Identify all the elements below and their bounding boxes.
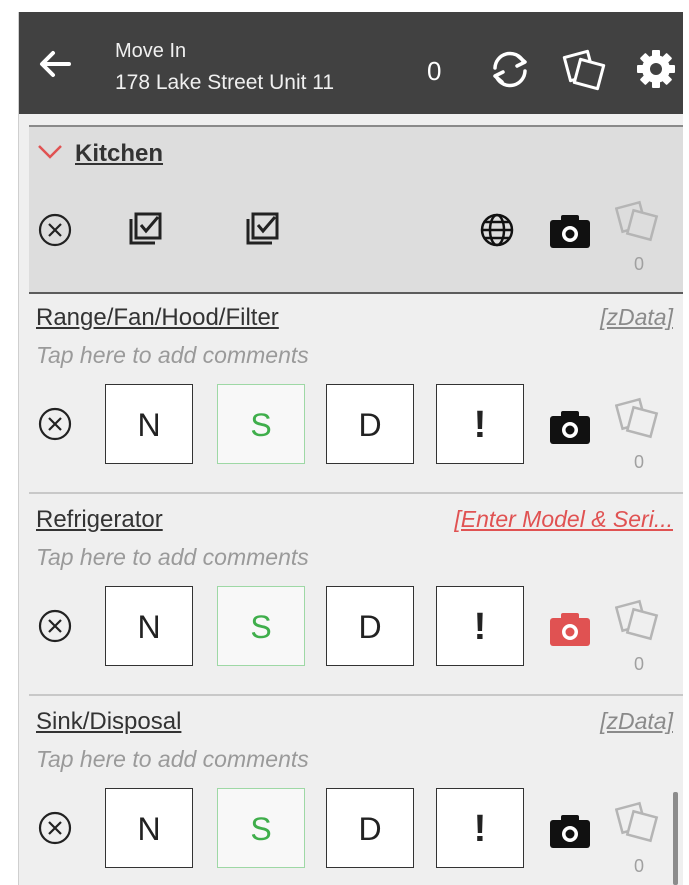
condition-new-button[interactable]: N xyxy=(105,586,193,666)
globe-icon[interactable] xyxy=(479,212,515,248)
back-arrow-icon[interactable] xyxy=(35,44,75,84)
property-address: 178 Lake Street Unit 11 xyxy=(115,71,335,94)
condition-alert-button[interactable]: ! xyxy=(436,788,524,868)
condition-damaged-button[interactable]: D xyxy=(326,384,414,464)
photo-count: 0 xyxy=(634,856,645,876)
item-name: Range/Fan/Hood/Filter xyxy=(36,304,279,331)
section-title[interactable]: Kitchen xyxy=(75,140,163,168)
app-frame: Move In 178 Lake Street Unit 11 0 Kitche… xyxy=(18,12,683,885)
condition-new-button[interactable]: N xyxy=(105,384,193,464)
scrollbar[interactable] xyxy=(673,792,678,885)
list-item-sink: Sink/Disposal [zData] Tap here to add co… xyxy=(29,696,683,885)
list-item-range: Range/Fan/Hood/Filter [zData] Tap here t… xyxy=(29,292,683,494)
section-kitchen: Kitchen 0 xyxy=(29,125,683,294)
check-all-icon[interactable] xyxy=(125,209,165,249)
item-name: Sink/Disposal xyxy=(36,708,182,735)
clear-icon[interactable] xyxy=(37,212,73,248)
top-bar: Move In 178 Lake Street Unit 11 0 xyxy=(19,12,683,114)
inspection-type: Move In xyxy=(115,40,187,62)
gear-icon[interactable] xyxy=(635,48,677,90)
list-item-refrigerator: Refrigerator [Enter Model & Seri... Tap … xyxy=(29,494,683,696)
comment-field[interactable]: Tap here to add comments xyxy=(36,342,309,369)
clear-icon[interactable] xyxy=(37,406,73,442)
condition-damaged-button[interactable]: D xyxy=(326,586,414,666)
condition-satisfactory-button[interactable]: S xyxy=(217,788,305,868)
condition-satisfactory-button[interactable]: S xyxy=(217,586,305,666)
item-data-link[interactable]: [Enter Model & Seri... xyxy=(454,506,673,533)
clear-icon[interactable] xyxy=(37,608,73,644)
condition-alert-button[interactable]: ! xyxy=(436,586,524,666)
photos-icon[interactable] xyxy=(615,598,661,644)
pending-count: 0 xyxy=(427,56,442,86)
sync-icon[interactable] xyxy=(485,46,535,92)
condition-alert-button[interactable]: ! xyxy=(436,384,524,464)
photo-count: 0 xyxy=(634,254,645,274)
condition-damaged-button[interactable]: D xyxy=(326,788,414,868)
clear-icon[interactable] xyxy=(37,810,73,846)
condition-new-button[interactable]: N xyxy=(105,788,193,868)
photos-icon[interactable] xyxy=(615,396,661,442)
camera-icon[interactable] xyxy=(547,211,593,251)
photo-count: 0 xyxy=(634,654,645,674)
comment-field[interactable]: Tap here to add comments xyxy=(36,544,309,571)
camera-icon[interactable] xyxy=(547,407,593,447)
camera-icon[interactable] xyxy=(547,609,593,649)
photo-count: 0 xyxy=(634,452,645,472)
photos-icon[interactable] xyxy=(559,46,609,92)
camera-icon[interactable] xyxy=(547,811,593,851)
comment-field[interactable]: Tap here to add comments xyxy=(36,746,309,773)
check-all-icon[interactable] xyxy=(242,209,282,249)
item-data-link[interactable]: [zData] xyxy=(600,708,673,735)
photos-icon[interactable] xyxy=(615,800,661,846)
item-name: Refrigerator xyxy=(36,506,163,533)
photos-icon[interactable] xyxy=(615,199,661,245)
condition-satisfactory-button[interactable]: S xyxy=(217,384,305,464)
item-data-link[interactable]: [zData] xyxy=(600,304,673,331)
chevron-down-icon[interactable] xyxy=(37,143,63,161)
